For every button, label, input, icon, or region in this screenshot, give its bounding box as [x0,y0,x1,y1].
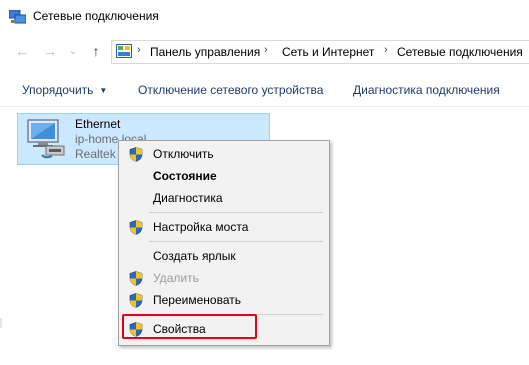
menu-label: Отключить [153,147,214,161]
breadcrumb-network-connections[interactable]: Сетевые подключения [397,45,523,59]
title-bar: Сетевые подключения [0,0,529,34]
connection-name: Ethernet [75,117,121,131]
menu-divider [149,241,323,242]
ethernet-adapter-icon [27,119,65,159]
menu-label: Переименовать [153,293,241,307]
menu-label: Диагностика [153,191,223,205]
command-bar: Упорядочить ▼ Отключение сетевого устройс… [0,68,529,107]
chevron-down-icon: ▼ [99,86,108,95]
uac-shield-icon [129,147,143,162]
address-bar[interactable]: › Панель управления › Сеть и Интернет › … [111,40,529,64]
breadcrumb-separator: › [137,44,141,56]
window-title: Сетевые подключения [33,9,159,23]
connection-adapter: Realtek [75,147,116,161]
uac-shield-icon [129,271,143,286]
menu-item-diagnose[interactable]: Диагностика [119,187,329,209]
breadcrumb-separator: › [384,44,388,56]
menu-item-delete: Удалить [119,267,329,289]
menu-item-create-shortcut[interactable]: Создать ярлык [119,245,329,267]
diagnose-connection-button[interactable]: Диагностика подключения [353,83,500,97]
organize-label: Упорядочить [22,83,94,97]
navigation-bar: ← → ⌄ ↑ › Панель управления › Сеть и Инт… [0,34,529,68]
uac-shield-icon [129,220,143,235]
organize-button[interactable]: Упорядочить ▼ [22,83,107,97]
control-panel-icon [116,44,132,58]
menu-item-rename[interactable]: Переименовать [119,289,329,311]
menu-label: Настройка моста [153,220,249,234]
properties-highlight-box [122,314,257,339]
network-connections-icon [9,10,26,24]
breadcrumb-network-internet[interactable]: Сеть и Интернет [282,45,374,59]
menu-item-status[interactable]: Состояние [119,165,329,187]
menu-divider [149,212,323,213]
pane-edge [0,318,2,328]
up-arrow-icon[interactable]: ↑ [87,42,105,60]
menu-item-bridge[interactable]: Настройка моста [119,216,329,238]
recent-locations-icon[interactable]: ⌄ [64,42,82,60]
menu-label: Создать ярлык [153,249,236,263]
menu-label: Состояние [153,169,217,183]
back-arrow-icon[interactable]: ← [13,42,31,60]
breadcrumb-control-panel[interactable]: Панель управления [150,45,260,59]
disable-device-button[interactable]: Отключение сетевого устройства [138,83,323,97]
uac-shield-icon [129,293,143,308]
menu-label: Удалить [153,271,199,285]
menu-item-disable[interactable]: Отключить [119,143,329,165]
breadcrumb-separator: › [264,44,268,56]
forward-arrow-icon[interactable]: → [41,42,59,60]
